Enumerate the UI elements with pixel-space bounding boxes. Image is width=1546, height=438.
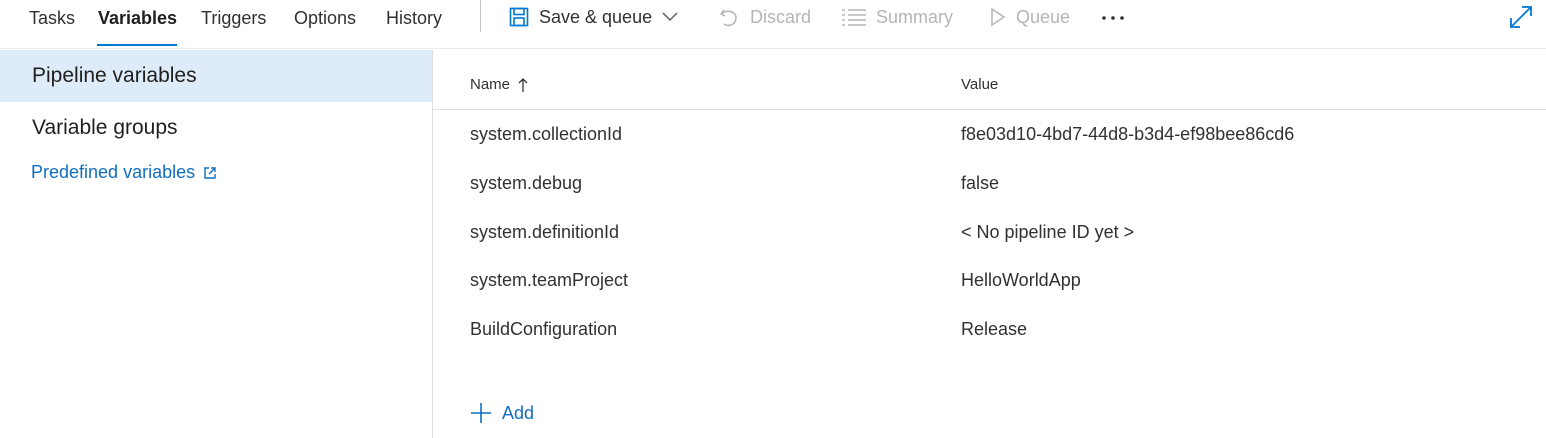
tab-triggers[interactable]: Triggers — [201, 0, 266, 46]
add-variable-label: Add — [502, 402, 535, 423]
table-row[interactable]: BuildConfiguration Release — [433, 305, 1546, 354]
predefined-variables-label: Predefined variables — [31, 162, 196, 182]
save-queue-button[interactable]: Save & queue — [509, 0, 678, 34]
column-header-value[interactable]: Value — [961, 76, 998, 93]
grid-rows: system.collectionId f8e03d10-4bd7-44d8-b… — [433, 110, 1546, 354]
variable-value[interactable]: f8e03d10-4bd7-44d8-b3d4-ef98bee86cd6 — [961, 110, 1294, 158]
variable-name[interactable]: system.definitionId — [470, 208, 619, 256]
queue-label: Queue — [1016, 6, 1071, 27]
tab-options[interactable]: Options — [294, 0, 356, 46]
variable-name[interactable]: system.teamProject — [470, 256, 628, 304]
list-icon — [842, 8, 866, 26]
expand-icon[interactable] — [1508, 4, 1534, 30]
summary-button[interactable]: Summary — [842, 0, 953, 34]
grid-header: Name Value — [433, 66, 1546, 110]
table-row[interactable]: system.teamProject HelloWorldApp — [433, 256, 1546, 305]
tab-tasks[interactable]: Tasks — [29, 0, 75, 46]
sort-ascending-icon — [518, 77, 528, 93]
discard-button[interactable]: Discard — [718, 0, 811, 34]
save-queue-label: Save & queue — [539, 6, 653, 27]
chevron-down-icon[interactable] — [662, 12, 678, 22]
nav-item-pipeline-variables[interactable]: Pipeline variables — [0, 50, 432, 102]
play-icon — [990, 7, 1006, 27]
top-toolbar: Tasks Variables Triggers Options History… — [0, 0, 1546, 49]
variable-value[interactable]: HelloWorldApp — [961, 256, 1081, 304]
table-row[interactable]: system.collectionId f8e03d10-4bd7-44d8-b… — [433, 110, 1546, 159]
variable-value[interactable]: < No pipeline ID yet > — [961, 208, 1134, 256]
external-link-icon — [203, 166, 217, 180]
column-header-name-label: Name — [470, 76, 511, 93]
undo-icon — [718, 6, 740, 28]
active-tab-indicator — [97, 44, 177, 46]
variable-name[interactable]: BuildConfiguration — [470, 305, 617, 353]
variable-value[interactable]: false — [961, 159, 999, 207]
column-header-value-label: Value — [961, 76, 999, 93]
save-icon — [509, 7, 529, 27]
variables-grid: Name Value system.collectionId f8e03d10-… — [433, 50, 1546, 438]
discard-label: Discard — [750, 6, 812, 27]
tab-variables[interactable]: Variables — [98, 0, 177, 46]
table-row[interactable]: system.definitionId < No pipeline ID yet… — [433, 208, 1546, 257]
variable-name[interactable]: system.debug — [470, 159, 582, 207]
variable-name[interactable]: system.collectionId — [470, 110, 622, 158]
tab-history[interactable]: History — [386, 0, 442, 46]
variable-value[interactable]: Release — [961, 305, 1027, 353]
nav-item-variable-groups[interactable]: Variable groups — [0, 102, 432, 154]
column-header-name[interactable]: Name — [470, 76, 528, 93]
summary-label: Summary — [876, 6, 954, 27]
queue-button[interactable]: Queue — [990, 0, 1070, 34]
predefined-variables-link[interactable]: Predefined variables — [31, 162, 217, 183]
more-actions-icon[interactable] — [1100, 6, 1128, 30]
plus-icon — [470, 402, 492, 424]
variables-nav: Pipeline variables Variable groups Prede… — [0, 50, 432, 438]
toolbar-separator — [480, 0, 481, 32]
add-variable-button[interactable]: Add — [470, 399, 534, 427]
table-row[interactable]: system.debug false — [433, 159, 1546, 208]
